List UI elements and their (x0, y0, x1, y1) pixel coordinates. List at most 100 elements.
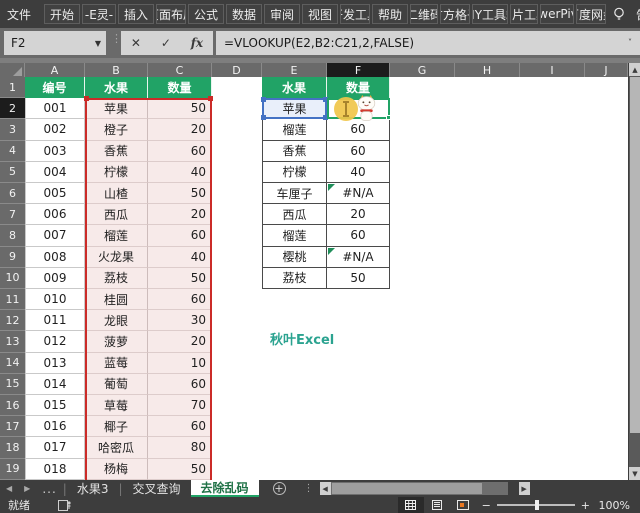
zoom-slider-thumb[interactable] (535, 500, 539, 510)
vertical-scrollbar-thumb[interactable] (630, 77, 640, 433)
ribbon-tab-17[interactable]: 百度网盘 (576, 4, 606, 24)
ribbon-tab-9[interactable]: 视图 (302, 4, 338, 24)
cell-B5[interactable]: 柠檬 (85, 162, 148, 183)
ribbon-tab-13[interactable]: 方方格子 (440, 4, 470, 24)
ribbon-tab-12[interactable]: 二维码 (410, 4, 438, 24)
cell-A16[interactable]: 015 (25, 395, 85, 416)
ribbon-tab-4[interactable]: 插入 (118, 4, 154, 24)
row-header-1[interactable]: 1 (0, 77, 25, 98)
ribbon-tab-1[interactable]: 文件 (1, 4, 37, 24)
formula-bar-expand-icon[interactable]: ˅ (628, 38, 632, 47)
cell-A14[interactable]: 013 (25, 353, 85, 374)
cell-F3[interactable]: 60 (327, 119, 390, 140)
cell-B19[interactable]: 杨梅 (85, 459, 148, 480)
sheet-tab-2[interactable]: 交叉查询 (123, 480, 191, 497)
sheet-tab-3[interactable]: 去除乱码 (191, 480, 259, 497)
ribbon-tab-8[interactable]: 审阅 (264, 4, 300, 24)
column-header-J[interactable]: J (585, 63, 628, 77)
header-cell-A1[interactable]: 编号 (25, 77, 85, 98)
cell-A18[interactable]: 017 (25, 437, 85, 458)
cell-B2[interactable]: 苹果 (85, 98, 148, 119)
accessibility-checker-icon[interactable] (58, 500, 71, 511)
scroll-right-icon[interactable]: ▶ (519, 482, 530, 495)
row-header-14[interactable]: 14 (0, 353, 25, 374)
cell-B8[interactable]: 榴莲 (85, 225, 148, 246)
enter-icon[interactable]: ✓ (161, 36, 171, 50)
cell-F6[interactable]: #N/A (327, 183, 390, 204)
horizontal-scrollbar[interactable]: ◀ ▶ (320, 482, 508, 495)
row-header-9[interactable]: 9 (0, 247, 25, 268)
ribbon-tab-10[interactable]: 开发工具 (340, 4, 370, 24)
cell-A7[interactable]: 006 (25, 204, 85, 225)
name-box[interactable]: F2 ▼ (4, 31, 106, 55)
row-header-17[interactable]: 17 (0, 416, 25, 437)
cell-C19[interactable]: 50 (148, 459, 212, 480)
page-break-view-button[interactable] (450, 497, 476, 513)
cell-A10[interactable]: 009 (25, 268, 85, 289)
name-box-dropdown-icon[interactable]: ▼ (95, 39, 106, 48)
row-header-13[interactable]: 13 (0, 331, 25, 352)
row-header-3[interactable]: 3 (0, 119, 25, 140)
header-cell-C1[interactable]: 数量 (148, 77, 212, 98)
vertical-scrollbar[interactable]: ▲ ▼ (628, 63, 640, 480)
cell-C10[interactable]: 50 (148, 268, 212, 289)
cell-B16[interactable]: 草莓 (85, 395, 148, 416)
column-header-B[interactable]: B (85, 63, 148, 77)
cell-E9[interactable]: 樱桃 (262, 247, 327, 268)
row-header-2[interactable]: 2 (0, 98, 25, 119)
ribbon-tab-18[interactable]: 告诉我 (632, 4, 640, 24)
cancel-icon[interactable]: ✕ (131, 36, 141, 50)
row-header-19[interactable]: 19 (0, 459, 25, 480)
cell-C18[interactable]: 80 (148, 437, 212, 458)
sheet-tab-1[interactable]: 水果3 (67, 480, 119, 497)
row-header-16[interactable]: 16 (0, 395, 25, 416)
column-header-F[interactable]: F (327, 63, 390, 77)
insert-function-icon[interactable]: fx (191, 36, 203, 50)
sheet-nav-right-icon[interactable]: ▶ (18, 484, 36, 493)
cell-F7[interactable]: 20 (327, 204, 390, 225)
page-layout-view-button[interactable] (424, 497, 450, 513)
row-header-5[interactable]: 5 (0, 162, 25, 183)
cell-C2[interactable]: 50 (148, 98, 212, 119)
cell-E4[interactable]: 香蕉 (262, 141, 327, 162)
cell-F5[interactable]: 40 (327, 162, 390, 183)
cell-C5[interactable]: 40 (148, 162, 212, 183)
scroll-left-icon[interactable]: ◀ (320, 482, 331, 495)
cell-C6[interactable]: 50 (148, 183, 212, 204)
cell-A11[interactable]: 010 (25, 289, 85, 310)
cell-B12[interactable]: 龙眼 (85, 310, 148, 331)
ribbon-tab-14[interactable]: DIY工具箱 (472, 4, 508, 24)
horizontal-scrollbar-thumb[interactable] (332, 483, 482, 494)
cell-B3[interactable]: 橙子 (85, 119, 148, 140)
cell-E7[interactable]: 西瓜 (262, 204, 327, 225)
cell-E3[interactable]: 榴莲 (262, 119, 327, 140)
header-cell-E1[interactable]: 水果 (262, 77, 327, 98)
ribbon-tab-5[interactable]: 页面布局 (156, 4, 186, 24)
cell-F4[interactable]: 60 (327, 141, 390, 162)
ribbon-tab-3[interactable]: -E灵- (82, 4, 116, 24)
cell-A9[interactable]: 008 (25, 247, 85, 268)
sheet-nav-left-icon[interactable]: ◀ (0, 484, 18, 493)
column-header-C[interactable]: C (148, 63, 212, 77)
ribbon-tab-7[interactable]: 数据 (226, 4, 262, 24)
formula-input[interactable]: =VLOOKUP(E2,B2:C21,2,FALSE) (216, 31, 640, 55)
ribbon-tab-15[interactable]: 图片工具 (510, 4, 538, 24)
cell-A2[interactable]: 001 (25, 98, 85, 119)
select-all-corner[interactable] (0, 63, 25, 77)
cell-A4[interactable]: 003 (25, 141, 85, 162)
row-header-12[interactable]: 12 (0, 310, 25, 331)
cell-C3[interactable]: 20 (148, 119, 212, 140)
cell-C4[interactable]: 60 (148, 141, 212, 162)
row-header-11[interactable]: 11 (0, 289, 25, 310)
row-header-15[interactable]: 15 (0, 374, 25, 395)
cell-B15[interactable]: 葡萄 (85, 374, 148, 395)
lightbulb-icon[interactable] (611, 6, 627, 22)
cell-C17[interactable]: 60 (148, 416, 212, 437)
cell-C15[interactable]: 60 (148, 374, 212, 395)
cell-B18[interactable]: 哈密瓜 (85, 437, 148, 458)
zoom-in-button[interactable]: + (575, 499, 596, 512)
cell-E8[interactable]: 榴莲 (262, 225, 327, 246)
zoom-slider[interactable] (497, 504, 575, 506)
column-header-H[interactable]: H (455, 63, 520, 77)
cell-A13[interactable]: 012 (25, 331, 85, 352)
